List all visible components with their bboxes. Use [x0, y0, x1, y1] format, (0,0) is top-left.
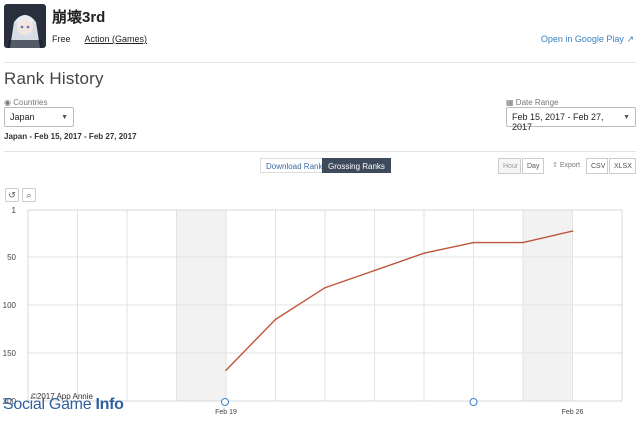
data-point — [373, 269, 376, 272]
tab-download-ranks[interactable]: Download Ranks — [260, 158, 332, 173]
google-play-link-label: Open in Google Play — [540, 34, 624, 44]
data-point — [423, 252, 425, 254]
divider — [4, 151, 636, 152]
app-header: 崩壊3rd Free Action (Games) Open in Google … — [0, 0, 640, 60]
watermark-text: Social Game — [3, 396, 96, 413]
data-point — [571, 230, 574, 232]
csv-button[interactable]: CSV — [586, 158, 608, 174]
divider — [4, 62, 636, 63]
external-link-icon: ↗ — [626, 34, 634, 44]
series-line — [225, 230, 573, 371]
date-range-value: Feb 15, 2017 - Feb 27, 2017 — [512, 112, 604, 132]
y-tick-label: 50 — [7, 253, 16, 262]
data-point — [324, 286, 326, 289]
countries-label-text: Countries — [13, 98, 48, 107]
date-range-label: ▦ Date Range — [506, 98, 559, 107]
globe-icon: ◉ — [4, 98, 11, 107]
filter-summary: Japan - Feb 15, 2017 - Feb 27, 2017 — [4, 132, 137, 141]
y-tick-label: 1 — [12, 206, 17, 215]
watermark: Social Game Info — [3, 396, 124, 414]
app-meta: Free Action (Games) — [52, 34, 147, 44]
data-point — [522, 241, 524, 244]
countries-label: ◉ Countries — [4, 98, 47, 107]
x-tick-label: Feb 19 — [215, 409, 237, 416]
refresh-icon: ↺ — [8, 190, 16, 200]
data-point — [274, 318, 277, 321]
category-link[interactable]: Action (Games) — [85, 34, 148, 44]
section-title: Rank History — [4, 69, 104, 88]
date-range-select[interactable]: Feb 15, 2017 - Feb 27, 2017 ▼ — [506, 107, 636, 132]
export-label: ⇧ Export — [552, 161, 580, 169]
x-tick-label: Feb 26 — [562, 409, 584, 416]
y-tick-label: 100 — [3, 301, 17, 310]
export-text: Export — [559, 162, 581, 169]
day-button[interactable]: Day — [522, 158, 544, 174]
range-handle-left — [221, 398, 229, 406]
calendar-icon: ▦ — [506, 98, 514, 107]
caret-down-icon: ▼ — [623, 114, 630, 121]
xlsx-button[interactable]: XLSX — [609, 158, 636, 174]
date-range-label-text: Date Range — [515, 98, 559, 107]
price-label: Free — [52, 34, 71, 44]
app-title: 崩壊3rd — [52, 9, 106, 26]
data-point — [225, 369, 227, 372]
open-google-play-link[interactable]: Open in Google Play ↗ — [541, 34, 634, 45]
watermark-text-bold: Info — [95, 396, 124, 413]
app-icon — [4, 4, 46, 48]
range-handle-right — [469, 398, 478, 406]
zoom-icon: ⌕ — [26, 190, 32, 200]
data-point — [472, 241, 475, 244]
rank-history-chart: 150100150200Feb 19 Feb 26 — [3, 206, 623, 416]
hour-button[interactable]: Hour — [498, 158, 521, 174]
tab-grossing-ranks[interactable]: Grossing Ranks — [322, 158, 391, 173]
y-tick-label: 150 — [3, 349, 17, 358]
export-icon: ⇧ — [552, 162, 558, 169]
country-select-value: Japan — [10, 112, 35, 122]
caret-down-icon: ▼ — [61, 114, 68, 121]
country-select[interactable]: Japan ▼ — [4, 107, 74, 127]
